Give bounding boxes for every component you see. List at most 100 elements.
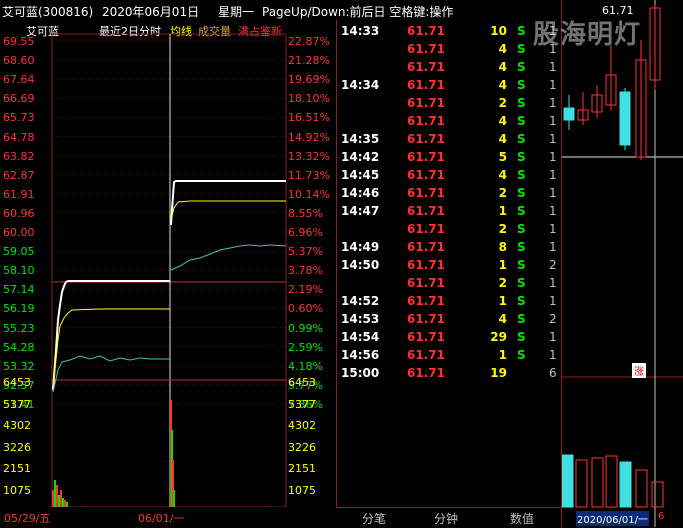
volume-line-day2 <box>170 244 287 271</box>
tick-count: 2 <box>549 258 557 272</box>
volume-tick-right: 2151 <box>288 462 316 475</box>
tab-minutes[interactable]: 分钟 <box>434 510 458 527</box>
price-tick-left: 59.05 <box>3 245 35 259</box>
tick-row[interactable]: 14:49 61.71 8 S 1 <box>337 238 562 256</box>
price-tick-right: 0.60% <box>288 302 323 316</box>
volume-bar <box>651 481 664 508</box>
price-tick-right: 5.37% <box>288 245 323 259</box>
tick-price: 61.71 <box>407 204 445 218</box>
tick-row[interactable]: 14:56 61.71 1 S 1 <box>337 346 562 364</box>
tick-time: 14:42 <box>341 150 380 164</box>
price-tick-right: 11.73% <box>288 168 330 182</box>
price-tick-left: 61.91 <box>3 187 35 201</box>
date-label: 2020年06月01日 <box>102 5 200 19</box>
tick-count: 1 <box>549 132 557 146</box>
volume-bar <box>591 457 604 508</box>
tick-side: S <box>517 348 526 362</box>
price-tick-left: 53.32 <box>3 359 35 373</box>
tick-row[interactable]: 61.71 2 S 1 <box>337 274 562 292</box>
date-axis: 05/29/五 06/01/一 <box>0 507 336 527</box>
tick-row[interactable]: 14:54 61.71 29 S 1 <box>337 328 562 346</box>
volume-tick-right: 1075 <box>288 483 316 497</box>
tick-row[interactable]: 14:47 61.71 1 S 1 <box>337 202 562 220</box>
tick-count: 1 <box>549 240 557 254</box>
price-tick-left: 65.73 <box>3 111 35 125</box>
tick-row[interactable]: 14:53 61.71 4 S 2 <box>337 310 562 328</box>
tick-volume: 2 <box>498 186 507 200</box>
tick-price: 61.71 <box>407 240 445 254</box>
tick-price: 61.71 <box>407 114 445 128</box>
tick-price: 61.71 <box>407 96 445 110</box>
volume-tick-left: 6453 <box>3 376 31 389</box>
price-tick-left: 60.00 <box>3 226 35 239</box>
candle-body <box>619 91 631 146</box>
volume-bar <box>605 455 618 508</box>
tick-row[interactable]: 61.71 4 S 1 <box>337 58 562 76</box>
tick-side: S <box>517 24 526 38</box>
tick-row[interactable]: 61.71 4 S 1 <box>337 112 562 130</box>
tick-side: S <box>517 96 526 110</box>
tick-row[interactable]: 14:34 61.71 4 S 1 <box>337 76 562 94</box>
volume-tick-left: 5377 <box>3 397 31 411</box>
price-tick-left: 54.28 <box>3 340 35 354</box>
price-tick-right: 0.99% <box>288 321 323 335</box>
tick-row[interactable]: 14:45 61.71 4 S 1 <box>337 166 562 184</box>
tick-row[interactable]: 14:42 61.71 5 S 1 <box>337 148 562 166</box>
price-tick-right: 4.18% <box>288 359 323 373</box>
tick-price: 61.71 <box>407 258 445 272</box>
tick-time: 14:47 <box>341 204 380 218</box>
tick-price: 61.71 <box>407 222 445 236</box>
tick-row[interactable]: 14:33 61.71 10 S 1 <box>337 22 562 40</box>
tick-row[interactable]: 14:52 61.71 1 S 1 <box>337 292 562 310</box>
volume-bar <box>619 461 632 508</box>
price-tick-left: 63.82 <box>3 149 35 163</box>
tick-row[interactable]: 14:50 61.71 1 S 2 <box>337 256 562 274</box>
tick-list[interactable]: 14:33 61.71 10 S 1 61.71 4 S 1 61.71 4 S 1 14:34 61.71… <box>336 20 562 507</box>
tick-row[interactable]: 14:46 61.71 2 S 1 <box>337 184 562 202</box>
tick-row[interactable]: 61.71 2 S 1 <box>337 220 562 238</box>
tick-volume: 2 <box>498 222 507 236</box>
price-tick-left: 60.96 <box>3 206 35 220</box>
tick-row[interactable]: 61.71 2 S 1 <box>337 94 562 112</box>
tick-side: S <box>517 42 526 56</box>
avg-line-day2 <box>170 200 286 221</box>
price-tick-left: 57.14 <box>3 283 35 297</box>
tick-time: 14:52 <box>341 294 380 308</box>
volume-tick-right: 6453 <box>288 376 316 389</box>
tick-side: S <box>517 258 526 272</box>
volume-line-day1 <box>52 355 170 393</box>
kline-canvas <box>562 0 683 527</box>
price-tick-left: 68.60 <box>3 54 35 68</box>
tick-side: S <box>517 78 526 92</box>
tick-row[interactable]: 61.71 4 S 1 <box>337 40 562 58</box>
tick-count: 1 <box>549 204 557 218</box>
tick-side: S <box>517 132 526 146</box>
tick-price: 61.71 <box>407 276 445 290</box>
tick-side: S <box>517 168 526 182</box>
tab-ticks[interactable]: 分笔 <box>362 510 386 527</box>
tick-side: S <box>517 330 526 344</box>
tick-count: 1 <box>549 150 557 164</box>
tick-volume: 1 <box>498 258 507 272</box>
weekday-label: 星期一 <box>218 5 255 19</box>
tick-price: 61.71 <box>407 366 445 380</box>
price-line-day1 <box>52 280 170 391</box>
tick-volume: 29 <box>490 330 507 344</box>
tick-time: 14:45 <box>341 168 380 182</box>
tab-values[interactable]: 数值 <box>510 510 534 527</box>
intraday-chart[interactable]: 艾可蓝 最近2日分时 均线 成交量 满占鉴新 69.55 68.60 67.64 66… <box>0 20 336 507</box>
tick-side: S <box>517 114 526 128</box>
tick-time: 14:49 <box>341 240 380 254</box>
side-count: 6 <box>658 511 665 522</box>
tick-row[interactable]: 15:00 61.71 19 6 <box>337 364 562 382</box>
tick-price: 61.71 <box>407 294 445 308</box>
tick-count: 1 <box>549 222 557 236</box>
tick-row[interactable]: 14:35 61.71 4 S 1 <box>337 130 562 148</box>
volume-bar <box>635 469 648 508</box>
kline-panel[interactable]: 61.71 涨 2020/06/01/一 6 <box>561 0 683 527</box>
volume-bar <box>562 454 574 508</box>
price-tick-right: 14.92% <box>288 130 330 144</box>
tick-volume: 5 <box>498 150 507 164</box>
tick-price: 61.71 <box>407 78 445 92</box>
tick-time: 14:46 <box>341 186 380 200</box>
